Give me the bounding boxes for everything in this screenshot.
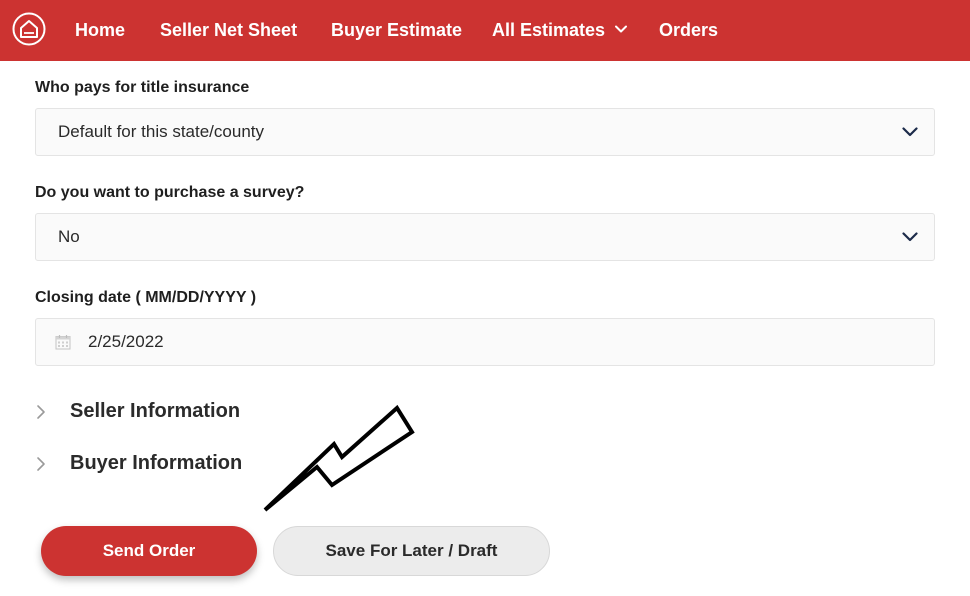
title-insurance-value: Default for this state/county [58,122,264,141]
survey-select[interactable]: No [35,213,935,261]
closing-date-field[interactable] [35,318,935,366]
closing-date-input[interactable] [88,319,908,365]
survey-label: Do you want to purchase a survey? [35,184,305,201]
send-order-button[interactable]: Send Order [41,526,257,576]
survey-value: No [58,227,80,246]
nav-seller-net-sheet[interactable]: Seller Net Sheet [160,0,297,61]
nav-all-estimates[interactable]: All Estimates [492,0,628,61]
save-draft-button[interactable]: Save For Later / Draft [273,526,550,576]
seller-information-toggle[interactable]: Seller Information [36,397,296,425]
nav-orders[interactable]: Orders [659,0,718,61]
home-logo-icon[interactable] [12,12,46,46]
buyer-information-label: Buyer Information [70,452,243,474]
nav-all-estimates-label: All Estimates [492,20,606,40]
chevron-right-icon [37,457,45,471]
buyer-information-toggle[interactable]: Buyer Information [36,449,296,477]
chevron-down-icon [902,127,918,137]
title-insurance-label: Who pays for title insurance [35,79,250,96]
closing-date-label: Closing date ( MM/DD/YYYY ) [35,289,257,306]
chevron-right-icon [37,405,45,419]
chevron-down-icon [615,25,628,33]
top-navbar: Home Seller Net Sheet Buyer Estimate All… [0,0,970,61]
annotation-arrow-icon [263,404,415,512]
chevron-down-icon [902,232,918,242]
calendar-icon[interactable] [55,334,71,350]
title-insurance-select[interactable]: Default for this state/county [35,108,935,156]
nav-buyer-estimate[interactable]: Buyer Estimate [331,0,462,61]
nav-home[interactable]: Home [75,0,125,61]
seller-information-label: Seller Information [70,400,241,422]
